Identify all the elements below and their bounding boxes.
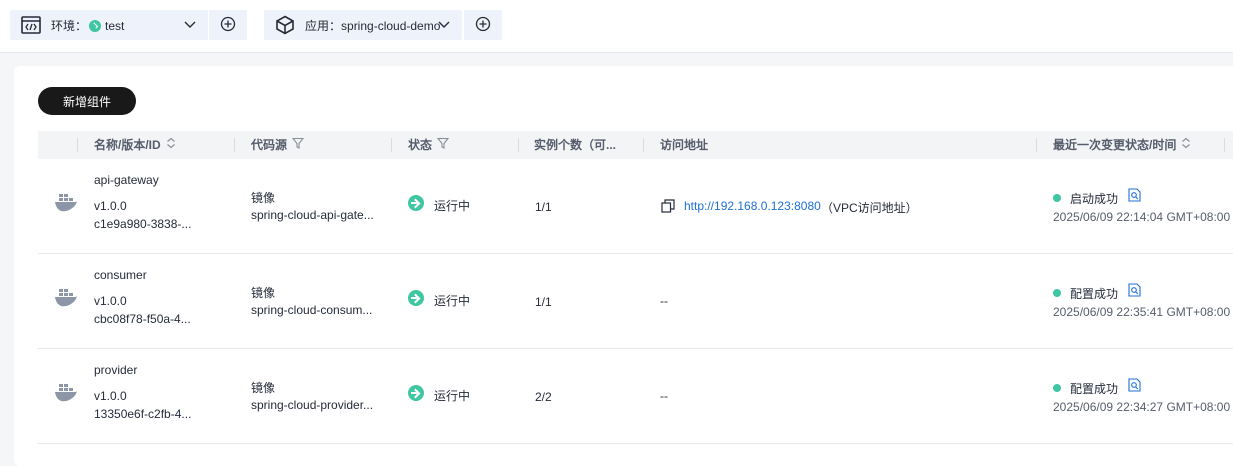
plus-circle-icon — [220, 16, 236, 35]
component-name[interactable]: api-gateway — [94, 173, 159, 187]
source-type: 镜像 — [251, 191, 276, 205]
docker-icon — [54, 191, 78, 216]
filter-icon[interactable] — [432, 131, 450, 159]
col-status-header[interactable]: 状态 — [408, 131, 450, 159]
status-dot — [1053, 285, 1061, 299]
status-text: 运行中 — [434, 389, 471, 403]
docker-icon — [54, 286, 78, 311]
table-row: provider v1.0.0 13350e6f-c2fb-4... 镜像 sp… — [38, 349, 1233, 444]
sort-icon[interactable] — [161, 131, 176, 159]
sort-icon[interactable] — [1176, 131, 1191, 159]
status-text: 运行中 — [434, 199, 471, 213]
col-source-header[interactable]: 代码源 — [251, 131, 305, 159]
source-name: spring-cloud-consum... — [251, 303, 373, 317]
col-access-header: 访问地址 — [660, 138, 709, 152]
env-status-icon — [89, 19, 102, 32]
docker-icon — [54, 381, 78, 406]
component-id: cbc08f78-f50a-4... — [94, 312, 191, 326]
new-component-button[interactable]: 新增组件 — [38, 87, 136, 115]
components-card: 新增组件 名称/版本/ID 代码源 状态 实例个数（可... 访问地址 最近一次… — [14, 66, 1233, 466]
running-arrow-icon — [408, 385, 424, 401]
table-header: 名称/版本/ID 代码源 状态 实例个数（可... 访问地址 最近一次变更状态/… — [38, 131, 1233, 159]
copy-icon[interactable] — [661, 199, 675, 216]
add-environment-button[interactable] — [209, 10, 247, 40]
change-time: 2025/06/09 22:35:41 GMT+08:00 — [1053, 305, 1231, 319]
col-instances-header: 实例个数（可... — [534, 138, 617, 152]
table-row: api-gateway v1.0.0 c1e9a980-3838-... 镜像 … — [38, 159, 1233, 254]
table-row: consumer v1.0.0 cbc08f78-f50a-4... 镜像 sp… — [38, 254, 1233, 349]
component-version: v1.0.0 — [94, 199, 127, 213]
change-time: 2025/06/09 22:14:04 GMT+08:00 — [1053, 210, 1231, 224]
access-url-link[interactable]: http://192.168.0.123:8080 — [684, 199, 821, 213]
instance-count: 1/1 — [535, 200, 552, 214]
env-label: 环境： — [51, 18, 88, 33]
instance-count: 2/2 — [535, 390, 552, 404]
running-arrow-icon — [408, 290, 424, 306]
add-application-button[interactable] — [464, 10, 502, 40]
change-status-text: 配置成功 — [1070, 287, 1119, 301]
application-selector[interactable]: 应用：spring-cloud-demo — [264, 10, 462, 40]
plus-circle-icon — [475, 16, 491, 35]
source-type: 镜像 — [251, 286, 276, 300]
source-name: spring-cloud-api-gate... — [251, 208, 374, 222]
app-value: spring-cloud-demo — [341, 18, 441, 33]
app-label: 应用： — [305, 18, 342, 33]
col-name-header[interactable]: 名称/版本/ID — [94, 131, 176, 159]
chevron-down-icon[interactable] — [184, 18, 196, 33]
component-version: v1.0.0 — [94, 389, 127, 403]
top-bar: 环境： test 应用：spring-cloud-demo — [0, 0, 1233, 53]
detail-search-icon[interactable] — [1128, 283, 1141, 300]
environment-selector[interactable]: 环境： test — [10, 10, 208, 40]
component-name[interactable]: consumer — [94, 268, 147, 282]
component-id: c1e9a980-3838-... — [94, 217, 192, 231]
change-status-text: 启动成功 — [1070, 192, 1119, 206]
code-window-icon — [20, 14, 42, 36]
filter-icon[interactable] — [287, 131, 305, 159]
cube-icon — [274, 14, 296, 36]
component-name[interactable]: provider — [94, 363, 137, 377]
source-type: 镜像 — [251, 381, 276, 395]
status-text: 运行中 — [434, 294, 471, 308]
chevron-down-icon[interactable] — [438, 18, 450, 33]
status-dot — [1053, 190, 1061, 204]
env-value: test — [105, 18, 125, 33]
running-arrow-icon — [408, 195, 424, 211]
component-id: 13350e6f-c2fb-4... — [94, 407, 192, 421]
access-note: -- — [660, 294, 668, 308]
status-dot — [1053, 380, 1061, 394]
access-note: -- — [660, 389, 668, 403]
detail-search-icon[interactable] — [1128, 188, 1141, 205]
source-name: spring-cloud-provider... — [251, 398, 374, 412]
component-version: v1.0.0 — [94, 294, 127, 308]
change-time: 2025/06/09 22:34:27 GMT+08:00 — [1053, 400, 1231, 414]
instance-count: 1/1 — [535, 295, 552, 309]
detail-search-icon[interactable] — [1128, 378, 1141, 395]
access-note: （VPC访问地址） — [821, 201, 918, 215]
change-status-text: 配置成功 — [1070, 382, 1119, 396]
col-last-change-header[interactable]: 最近一次变更状态/时间 — [1053, 131, 1191, 159]
